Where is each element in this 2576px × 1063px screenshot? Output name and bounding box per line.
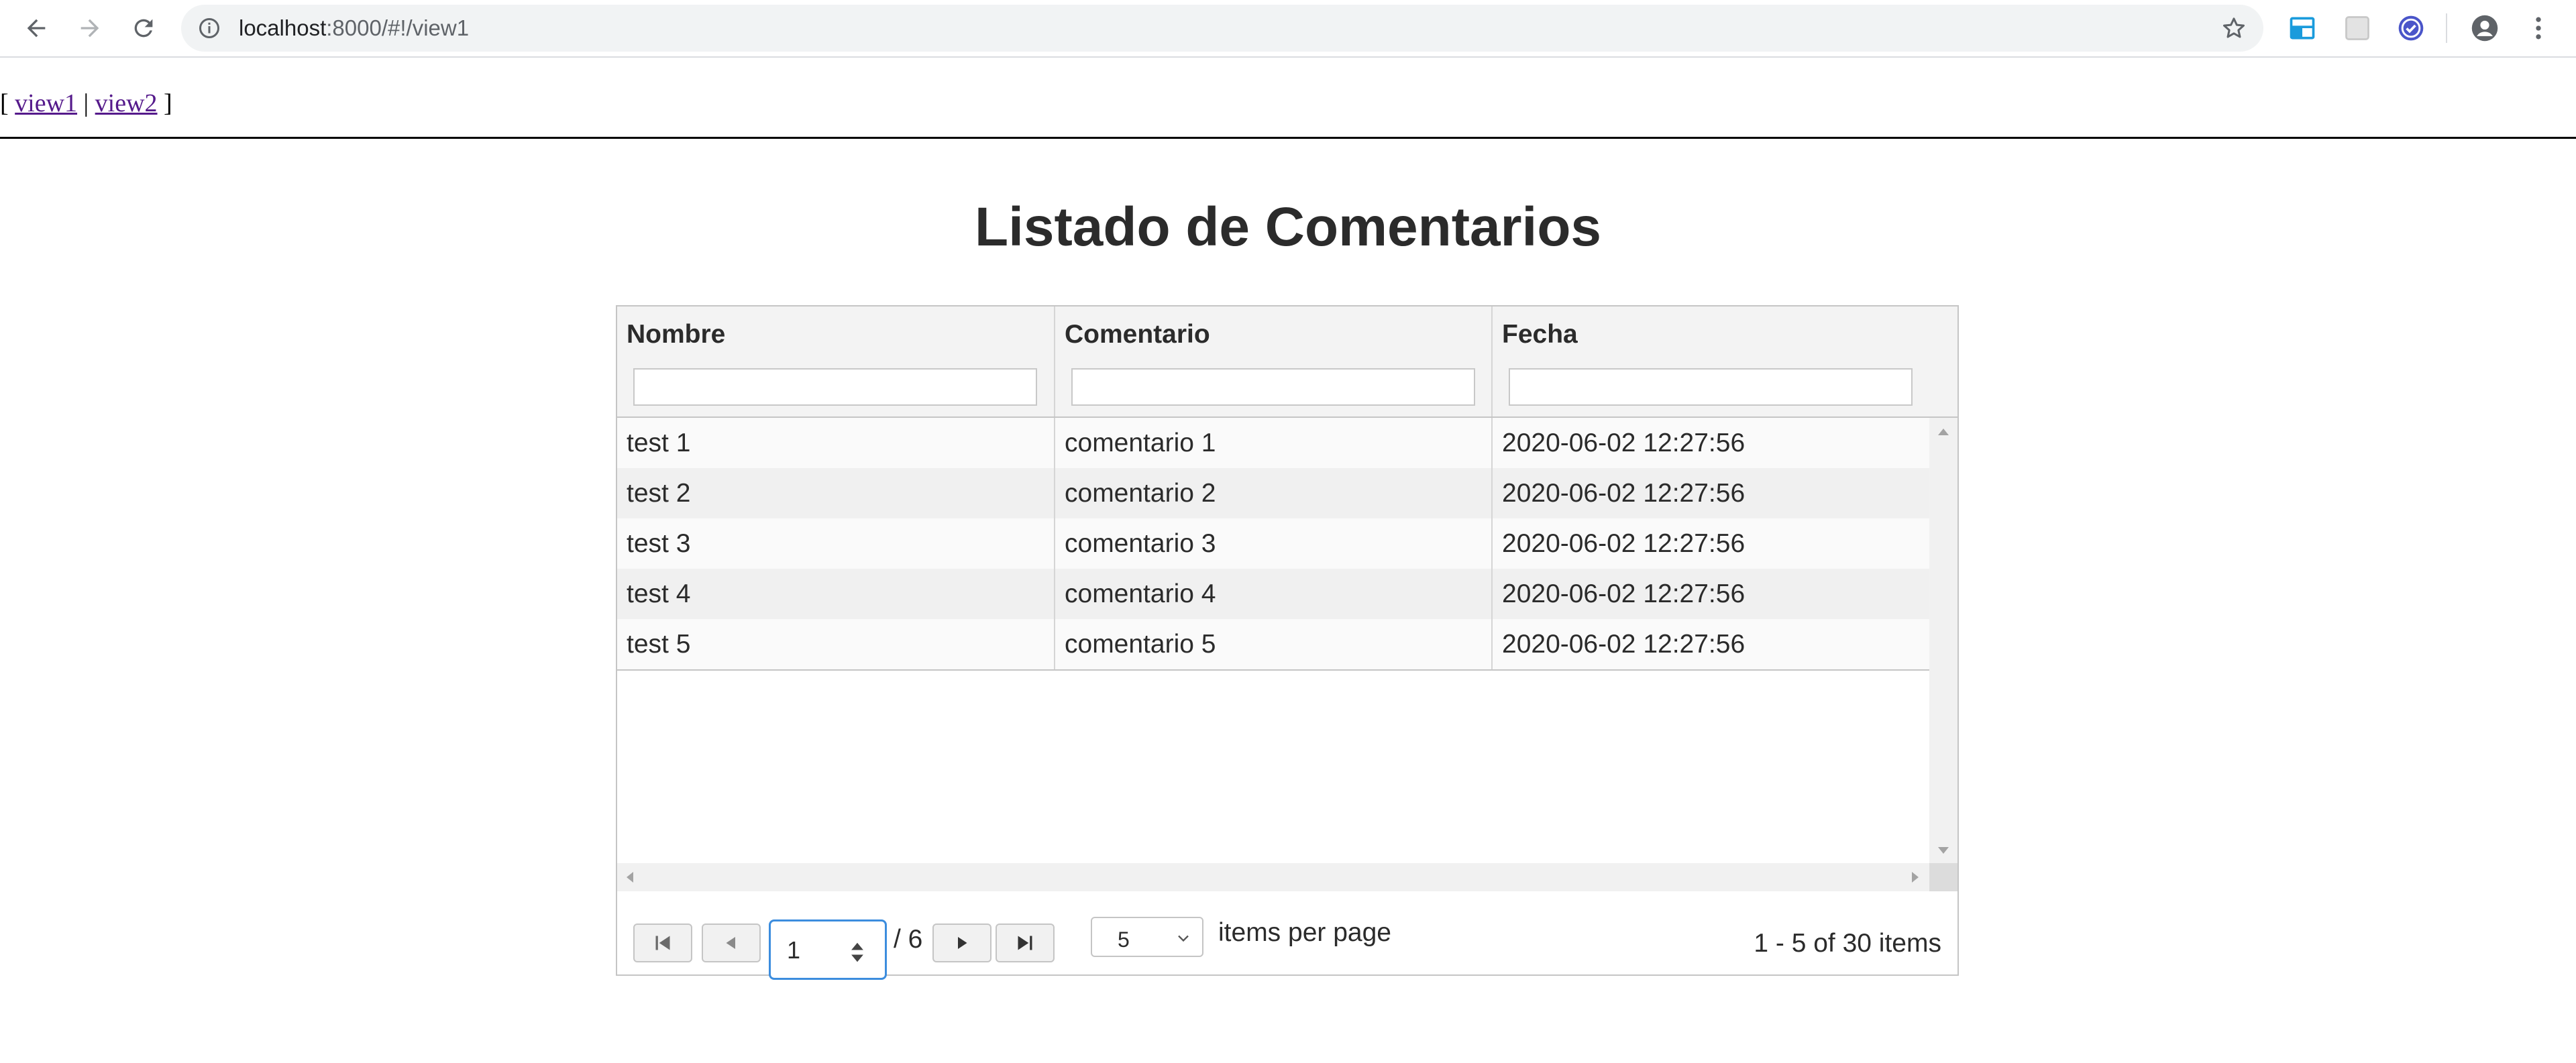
column-header-nombre[interactable]: Nombre [617,306,1055,416]
previous-page-button[interactable] [702,924,761,962]
puzzle-extension-icon[interactable] [2343,13,2372,43]
extension-icon[interactable] [2288,13,2317,43]
url-host: localhost [239,15,327,40]
info-icon[interactable] [197,16,221,40]
scrollbar-corner [1929,863,1957,891]
cell-fecha: 2020-06-02 12:27:56 [1502,529,1746,558]
profile-icon[interactable] [2470,13,2500,43]
vertical-scrollbar[interactable] [1929,418,1957,863]
scroll-up-icon[interactable] [1938,429,1949,435]
menu-separator: | [83,89,89,117]
cell-nombre: test 2 [617,468,1055,518]
grid-body: test 1 comentario 1 2020-06-02 12:27:56 … [617,418,1957,863]
grid-header: Nombre Comentario Fecha [617,306,1957,418]
last-page-button[interactable] [996,924,1055,962]
page-size-value: 5 [1118,928,1130,952]
first-page-icon [655,936,670,950]
cell-fecha: 2020-06-02 12:27:56 [1502,429,1746,457]
comments-grid: Nombre Comentario Fecha test 1 comentari… [616,305,1959,980]
table-row[interactable]: test 3 comentario 3 2020-06-02 12:27:56 [617,518,1929,569]
next-page-button[interactable] [932,924,991,962]
total-pages: / 6 [894,925,923,954]
cell-fecha: 2020-06-02 12:27:56 [1502,479,1746,508]
last-page-icon [1018,936,1032,950]
column-label: Comentario [1065,320,1210,349]
page-stepper-icon[interactable] [850,942,865,963]
forward-icon[interactable] [72,11,107,46]
rows-bottom-border [617,669,1929,671]
grid-pager: 1 / 6 5 items per page 1 - 5 of 30 items [617,891,1957,980]
check-extension-icon[interactable] [2396,13,2426,43]
scroll-down-icon[interactable] [1938,847,1949,854]
scroll-left-icon[interactable] [627,872,633,883]
pager-summary: 1 - 5 of 30 items [1754,929,1941,958]
column-label: Fecha [1502,320,1578,349]
cell-nombre: test 5 [617,619,1055,669]
star-icon[interactable] [2220,15,2247,42]
filter-nombre-input[interactable] [633,368,1037,406]
address-bar[interactable]: localhost:8000/#!/view1 [181,5,2263,52]
page-title: Listado de Comentarios [974,197,1602,258]
column-label: Nombre [627,320,726,349]
page-size-select[interactable]: 5 [1091,917,1203,957]
cell-comentario: comentario 2 [1055,468,1493,518]
menu-close-bracket: ] [164,89,172,117]
next-page-icon [958,937,967,949]
toolbar-separator [2446,13,2447,43]
cell-fecha: 2020-06-02 12:27:56 [1502,630,1746,659]
items-per-page-label: items per page [1218,918,1391,947]
chevron-down-icon [1178,935,1189,942]
cell-nombre: test 3 [617,518,1055,569]
menu-icon[interactable] [2524,13,2553,43]
reload-icon[interactable] [126,11,161,46]
url-text[interactable]: localhost:8000/#!/view1 [239,5,469,52]
url-path: :8000/#!/view1 [326,15,470,40]
table-row[interactable]: test 1 comentario 1 2020-06-02 12:27:56 [617,418,1929,468]
column-header-fecha[interactable]: Fecha [1493,306,1957,416]
browser-toolbar: localhost:8000/#!/view1 [0,0,2576,58]
cell-comentario: comentario 5 [1055,619,1493,669]
page-number-value: 1 [787,936,801,964]
table-row[interactable]: test 4 comentario 4 2020-06-02 12:27:56 [617,569,1929,619]
filter-fecha-input[interactable] [1509,368,1913,406]
column-header-comentario[interactable]: Comentario [1055,306,1493,416]
scroll-right-icon[interactable] [1912,872,1919,883]
menu-divider [0,137,2576,139]
page-number-input[interactable]: 1 [769,919,887,980]
menu-open-bracket: [ [0,89,9,117]
view-menu: [ view1 | view2 ] [0,89,172,118]
cell-fecha: 2020-06-02 12:27:56 [1502,579,1746,608]
horizontal-scrollbar[interactable] [617,863,1929,891]
previous-page-icon [726,937,735,949]
table-row[interactable]: test 2 comentario 2 2020-06-02 12:27:56 [617,468,1929,518]
cell-nombre: test 4 [617,569,1055,619]
view2-link[interactable]: view2 [95,89,158,117]
cell-comentario: comentario 1 [1055,418,1493,468]
filter-comentario-input[interactable] [1071,368,1475,406]
cell-comentario: comentario 4 [1055,569,1493,619]
cell-nombre: test 1 [617,418,1055,468]
first-page-button[interactable] [633,924,692,962]
table-row[interactable]: test 5 comentario 5 2020-06-02 12:27:56 [617,619,1929,669]
back-icon[interactable] [19,11,54,46]
view1-link[interactable]: view1 [15,89,77,117]
cell-comentario: comentario 3 [1055,518,1493,569]
